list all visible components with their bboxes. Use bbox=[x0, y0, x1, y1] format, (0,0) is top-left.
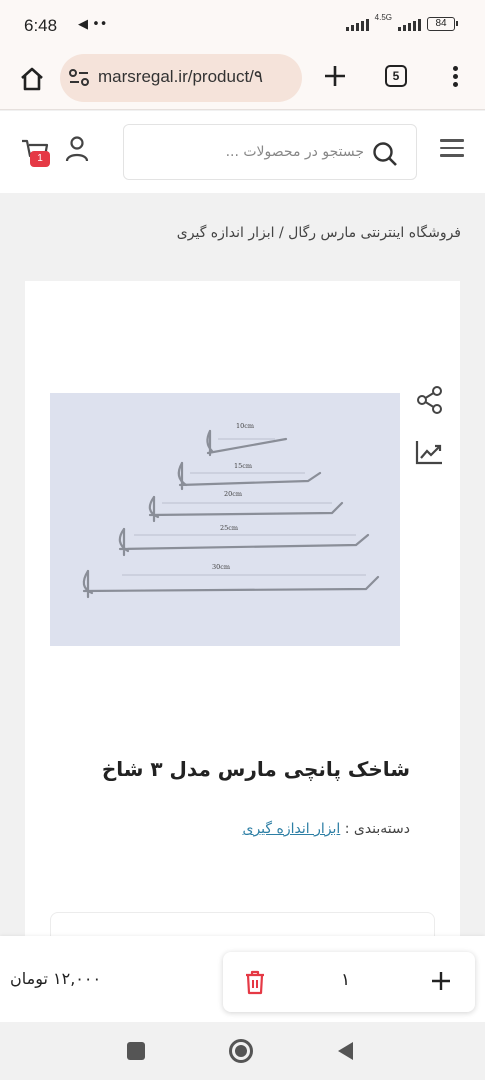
battery-level: 84 bbox=[435, 18, 447, 29]
breadcrumb-current[interactable]: ابزار اندازه گیری bbox=[177, 225, 275, 241]
status-time: 6:48 bbox=[24, 16, 58, 35]
product-title: شاخک پانچی مارس مدل ۳ شاخ bbox=[101, 757, 410, 781]
image-label-15cm: 15cm bbox=[234, 462, 252, 470]
product-price: ۱۲,۰۰۰ تومان bbox=[10, 969, 102, 988]
image-label-10cm: 10cm bbox=[236, 422, 254, 430]
signal-icon bbox=[345, 17, 369, 31]
address-bar[interactable]: marsregal.ir/product/٩ bbox=[60, 54, 302, 102]
search-placeholder: جستجو در محصولات ... bbox=[225, 144, 364, 160]
overflow-menu-icon[interactable] bbox=[448, 64, 462, 90]
purchase-bar: ۱۲,۰۰۰ تومان ۱ bbox=[0, 936, 485, 1022]
user-icon[interactable] bbox=[64, 135, 90, 163]
image-label-25cm: 25cm bbox=[220, 524, 238, 532]
status-bar: 6:48 ◀ •• 4.5G 84 bbox=[0, 0, 485, 52]
menu-icon[interactable] bbox=[440, 139, 464, 159]
tab-switcher-button[interactable]: 5 bbox=[385, 65, 407, 87]
url-text: marsregal.ir/product/٩ bbox=[98, 67, 264, 86]
share-icon[interactable] bbox=[416, 385, 444, 415]
recents-icon[interactable] bbox=[127, 1042, 145, 1060]
system-nav-bar bbox=[0, 1022, 485, 1080]
search-icon[interactable] bbox=[372, 141, 398, 167]
new-tab-icon[interactable] bbox=[322, 63, 348, 89]
browser-toolbar: marsregal.ir/product/٩ 5 bbox=[0, 52, 485, 110]
site-header: 1 جستجو در محصولات ... bbox=[0, 111, 485, 193]
trash-icon[interactable] bbox=[244, 969, 266, 995]
home-icon[interactable] bbox=[18, 65, 46, 93]
breadcrumb-home[interactable]: فروشگاه اینترنتی مارس رگال bbox=[288, 225, 461, 241]
site-settings-icon[interactable] bbox=[68, 68, 90, 88]
image-label-20cm: 20cm bbox=[224, 490, 242, 498]
breadcrumb: فروشگاه اینترنتی مارس رگال / ابزار انداز… bbox=[177, 225, 461, 241]
back-icon[interactable] bbox=[338, 1042, 353, 1060]
quantity-stepper: ۱ bbox=[223, 952, 475, 1012]
product-image[interactable]: 10cm 15cm 20cm 25cm 30cm bbox=[50, 393, 400, 646]
image-label-30cm: 30cm bbox=[212, 563, 230, 571]
price-chart-icon[interactable] bbox=[414, 438, 444, 466]
product-card: 10cm 15cm 20cm 25cm 30cm شاخک پانچی مارس… bbox=[25, 281, 460, 952]
increase-quantity-icon[interactable] bbox=[430, 970, 452, 992]
status-indicators: 4.5G 84 bbox=[345, 13, 458, 31]
battery-icon: 84 bbox=[427, 17, 458, 31]
network-type: 4.5G bbox=[374, 13, 392, 22]
category-label: دسته‌بندی : bbox=[340, 821, 410, 837]
product-category: دسته‌بندی : ابزار اندازه گیری bbox=[242, 821, 410, 837]
category-link[interactable]: ابزار اندازه گیری bbox=[242, 821, 340, 837]
quantity-value[interactable]: ۱ bbox=[341, 970, 350, 990]
cart-count-badge: 1 bbox=[30, 151, 50, 167]
signal-icon-2 bbox=[398, 17, 421, 31]
breadcrumb-separator: / bbox=[274, 225, 289, 241]
home-nav-icon[interactable] bbox=[229, 1039, 253, 1063]
search-input[interactable]: جستجو در محصولات ... bbox=[123, 124, 417, 180]
telegram-icon: ◀ •• bbox=[78, 17, 108, 32]
